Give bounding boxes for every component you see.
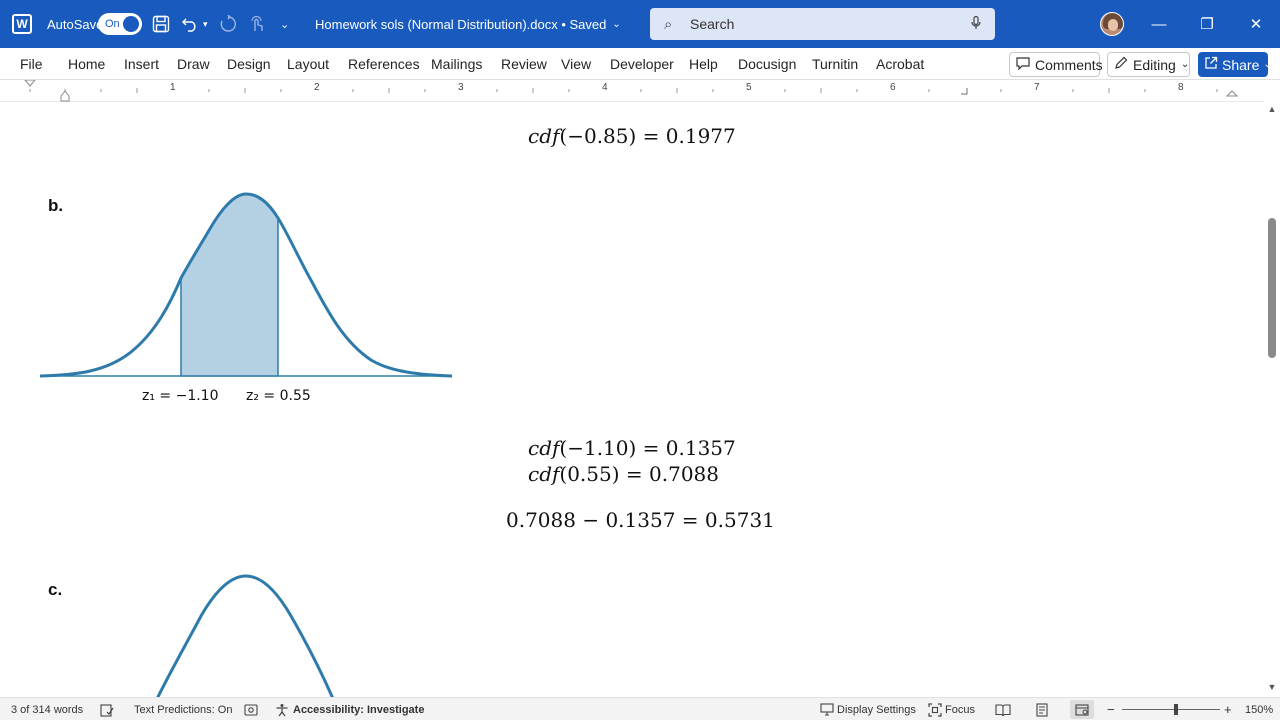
ruler-number: 5 (746, 82, 752, 93)
normal-curve-b (39, 192, 453, 378)
tab-design[interactable]: Design (227, 48, 271, 80)
tab-file[interactable]: File (20, 48, 43, 80)
vertical-scrollbar[interactable]: ▲ ▼ (1264, 102, 1280, 697)
autosave-label: AutoSave (47, 16, 104, 32)
tab-layout[interactable]: Layout (287, 48, 329, 80)
ruler-number: 7 (1034, 82, 1040, 93)
web-layout-icon[interactable] (1070, 700, 1094, 719)
tab-home[interactable]: Home (68, 48, 105, 80)
user-avatar[interactable] (1100, 12, 1124, 36)
horizontal-ruler[interactable]: 1 2 3 4 5 6 7 8 (0, 80, 1264, 102)
tab-insert[interactable]: Insert (124, 48, 159, 80)
read-mode-icon[interactable] (995, 698, 1011, 721)
undo-dropdown-icon[interactable]: ▾ (203, 0, 208, 48)
autosave-state: On (105, 18, 120, 30)
equation-cdf-z1: 𝑐𝑑𝑓(−1.10) = 0.1357 (528, 436, 736, 460)
title-chevron-icon: ⌄ (612, 18, 621, 30)
search-icon: ⌕ (664, 15, 673, 33)
scroll-down-icon[interactable]: ▼ (1266, 682, 1278, 692)
share-label: Share (1222, 56, 1260, 73)
tab-view[interactable]: View (561, 48, 591, 80)
comment-icon (1016, 56, 1030, 73)
search-placeholder: Search (690, 16, 735, 32)
tab-help[interactable]: Help (689, 48, 718, 80)
display-settings-icon[interactable] (820, 698, 834, 721)
editing-label: Editing (1133, 56, 1176, 73)
zoom-slider[interactable] (1122, 698, 1220, 721)
comments-label: Comments (1035, 56, 1103, 73)
editing-chevron-icon: ⌄ (1180, 59, 1190, 70)
word-count[interactable]: 3 of 314 words (11, 698, 83, 721)
focus-icon[interactable] (928, 698, 942, 721)
document-title-text: Homework sols (Normal Distribution).docx… (315, 16, 607, 32)
text-predictions-status[interactable]: Text Predictions: On (134, 698, 232, 721)
document-canvas[interactable]: 𝑐𝑑𝑓(−0.85) = 0.1977 b. z₁ = −1.10 z₂ = 0… (0, 102, 1264, 697)
zoom-slider-thumb[interactable] (1174, 704, 1178, 715)
equation-cdf-prev: 𝑐𝑑𝑓(−0.85) = 0.1977 (528, 124, 736, 148)
scroll-up-icon[interactable]: ▲ (1266, 104, 1278, 114)
status-bar: 3 of 314 words Text Predictions: On Acce… (0, 697, 1280, 720)
share-icon (1204, 56, 1218, 73)
touch-mode-icon[interactable] (248, 0, 266, 48)
equation-cdf-z2: 𝑐𝑑𝑓(0.55) = 0.7088 (528, 462, 719, 486)
word-logo-icon: W (12, 0, 36, 48)
ruler-number: 2 (314, 82, 320, 93)
tab-mailings[interactable]: Mailings (431, 48, 482, 80)
redo-icon[interactable] (219, 0, 237, 48)
normal-curve-c (156, 574, 334, 697)
z1-label: z₁ = −1.10 (142, 388, 219, 404)
tab-turnitin[interactable]: Turnitin (812, 48, 858, 80)
document-title[interactable]: Homework sols (Normal Distribution).docx… (315, 0, 621, 48)
search-input[interactable]: ⌕ Search (650, 8, 995, 40)
macro-recording-icon[interactable] (244, 698, 258, 721)
tab-docusign[interactable]: Docusign (738, 48, 796, 80)
shaded-area-b (181, 194, 278, 377)
accessibility-status[interactable]: Accessibility: Investigate (293, 698, 424, 721)
autosave-toggle[interactable]: On (98, 0, 142, 48)
ruler-number: 8 (1178, 82, 1184, 93)
tab-references[interactable]: References (348, 48, 420, 80)
display-settings-button[interactable]: Display Settings (837, 698, 916, 721)
curve-path-c (156, 574, 334, 697)
zoom-in-button[interactable]: + (1224, 698, 1232, 721)
comments-button[interactable]: Comments (1009, 52, 1103, 77)
focus-button[interactable]: Focus (945, 698, 975, 721)
print-layout-icon[interactable] (1035, 698, 1049, 721)
title-bar: W AutoSave On ▾ ⌄ Homework sols (Normal … (0, 0, 1280, 48)
scrollbar-thumb[interactable] (1268, 218, 1276, 358)
close-button[interactable]: ✕ (1233, 0, 1279, 48)
microphone-icon[interactable] (971, 15, 981, 33)
share-chevron-icon: ⌄ (1263, 59, 1272, 70)
ribbon-tabs: File Home Insert Draw Design Layout Refe… (0, 48, 1280, 80)
save-icon[interactable] (152, 0, 170, 48)
ruler-number: 3 (458, 82, 464, 93)
minimize-button[interactable]: — (1136, 0, 1182, 48)
tab-acrobat[interactable]: Acrobat (876, 48, 924, 80)
proofing-icon[interactable] (100, 698, 114, 721)
pencil-icon (1114, 56, 1128, 73)
tab-review[interactable]: Review (501, 48, 547, 80)
editing-mode-button[interactable]: Editing ⌄ (1107, 52, 1190, 77)
zoom-level[interactable]: 150% (1245, 698, 1273, 721)
accessibility-icon[interactable] (275, 698, 289, 721)
customize-qat-icon[interactable]: ⌄ (280, 0, 289, 48)
tab-developer[interactable]: Developer (610, 48, 674, 80)
share-button[interactable]: Share ⌄ (1198, 52, 1272, 77)
undo-icon[interactable] (181, 0, 199, 48)
restore-button[interactable]: ❐ (1184, 0, 1230, 48)
ruler-number: 4 (602, 82, 608, 93)
tab-draw[interactable]: Draw (177, 48, 210, 80)
z2-label: z₂ = 0.55 (246, 388, 311, 404)
ruler-number: 1 (170, 82, 176, 93)
zoom-out-button[interactable]: − (1107, 698, 1115, 721)
ruler-number: 6 (890, 82, 896, 93)
equation-difference: 0.7088 − 0.1357 = 0.5731 (506, 508, 775, 532)
